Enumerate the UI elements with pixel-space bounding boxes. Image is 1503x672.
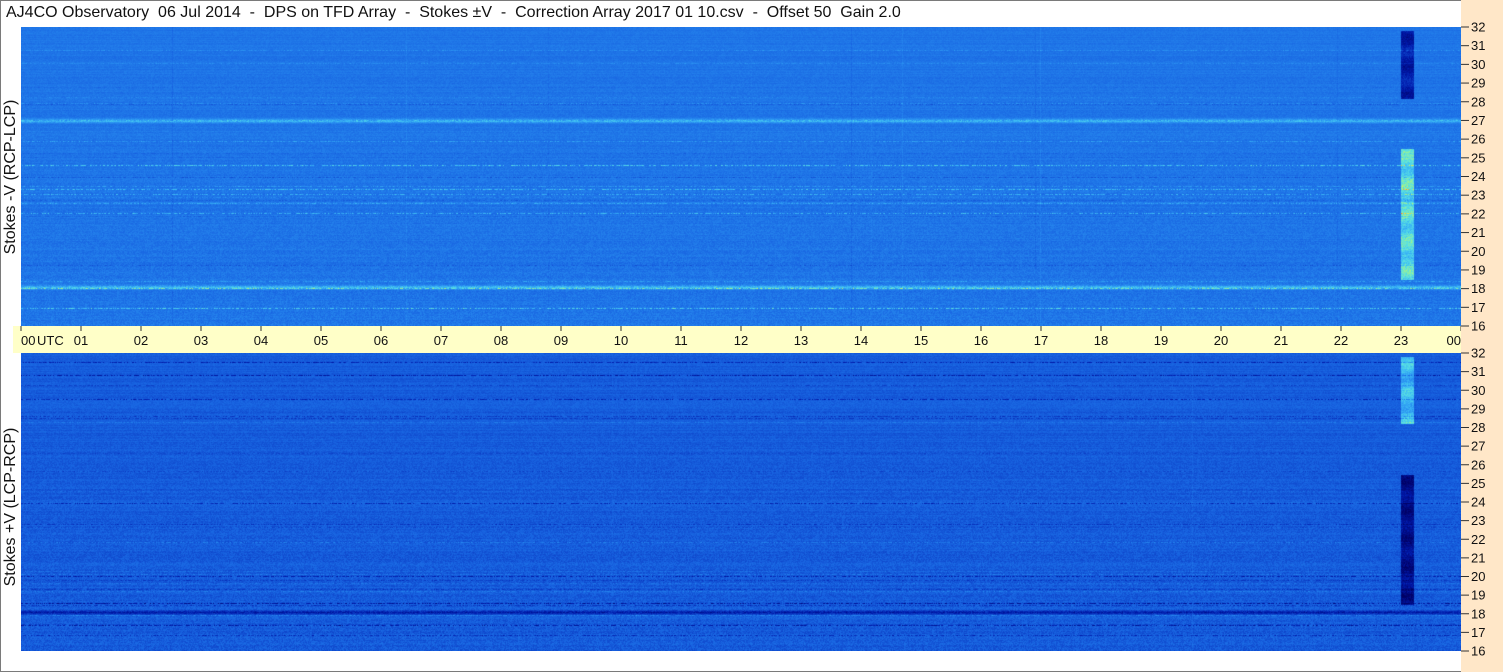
time-unit-label: UTC [37,333,64,348]
freq-tick-label: 30 [1471,383,1485,398]
freq-tick-label: 30 [1471,57,1485,72]
time-tick-label: 08 [494,333,508,348]
time-tick-label: 00 [1447,333,1461,348]
time-tick-label: 22 [1334,333,1348,348]
time-tick-label: 19 [1154,333,1168,348]
time-tick-label: 14 [854,333,868,348]
freq-tick-label: 23 [1471,188,1485,203]
time-tick-label: 21 [1274,333,1288,348]
time-tick-label: 16 [974,333,988,348]
top-spectrogram-plot [21,27,1461,326]
freq-tick-label: 18 [1471,281,1485,296]
freq-tick-label: 24 [1471,495,1485,510]
time-tick-label: 01 [74,333,88,348]
freq-tick-label: 29 [1471,76,1485,91]
freq-tick-label: 21 [1471,225,1485,240]
time-tick-label: 04 [254,333,268,348]
time-axis: 00 01 02 03 04 05 06 07 08 09 10 11 12 13 14 15 16 17 18 19… [13,326,1473,353]
bottom-panel-ylabel: Stokes +V (LCP-RCP) [2,427,19,587]
top-panel-ylabel: Stokes -V (RCP-LCP) [2,99,19,255]
freq-tick-label: 17 [1471,300,1485,315]
time-tick-label: 03 [194,333,208,348]
time-tick-label: 09 [554,333,568,348]
time-tick-label: 20 [1214,333,1228,348]
freq-tick-label: 20 [1471,244,1485,259]
freq-tick-label: 22 [1471,206,1485,221]
time-tick-label: 07 [434,333,448,348]
freq-tick-label: 29 [1471,401,1485,416]
time-tick-label: 12 [734,333,748,348]
freq-tick-label: 16 [1471,319,1485,334]
time-tick-label: 23 [1394,333,1408,348]
freq-tick-label: 18 [1471,606,1485,621]
freq-tick-label: 20 [1471,569,1485,584]
freq-tick-label: 21 [1471,550,1485,565]
freq-tick-label: 31 [1471,364,1485,379]
freq-tick-label: 25 [1471,476,1485,491]
time-tick-label: 02 [134,333,148,348]
freq-tick-label: 26 [1471,457,1485,472]
freq-tick-label: 31 [1471,38,1485,53]
time-tick-label: 00 [21,333,35,348]
freq-tick-label: 27 [1471,113,1485,128]
freq-tick-label: 22 [1471,532,1485,547]
bottom-spectrogram-plot [21,353,1461,651]
time-tick-label: 11 [674,333,688,348]
chart-title: AJ4CO Observatory 06 Jul 2014 - DPS on T… [6,4,901,21]
time-tick-label: 17 [1034,333,1048,348]
freq-tick-label: 28 [1471,94,1485,109]
freq-tick-label: 32 [1471,346,1485,361]
time-tick-label: 15 [914,333,928,348]
freq-tick-label: 24 [1471,169,1485,184]
freq-tick-label: 26 [1471,132,1485,147]
time-tick-label: 13 [794,333,808,348]
time-tick-label: 06 [374,333,388,348]
time-tick-label: 10 [614,333,628,348]
freq-tick-label: 19 [1471,262,1485,277]
freq-tick-label: 23 [1471,513,1485,528]
freq-tick-label: 27 [1471,439,1485,454]
freq-tick-label: 19 [1471,588,1485,603]
time-tick-label: 05 [314,333,328,348]
freq-tick-label: 25 [1471,150,1485,165]
freq-tick-label: 28 [1471,420,1485,435]
freq-tick-label: 32 [1471,20,1485,35]
time-tick-label: 18 [1094,333,1108,348]
frequency-axis: 16 17 18 19 20 21 22 23 24 25 26 27 28 29 30 31 32 16 17 18… [1461,0,1503,672]
freq-tick-label: 16 [1471,644,1485,659]
freq-tick-label: 17 [1471,625,1485,640]
